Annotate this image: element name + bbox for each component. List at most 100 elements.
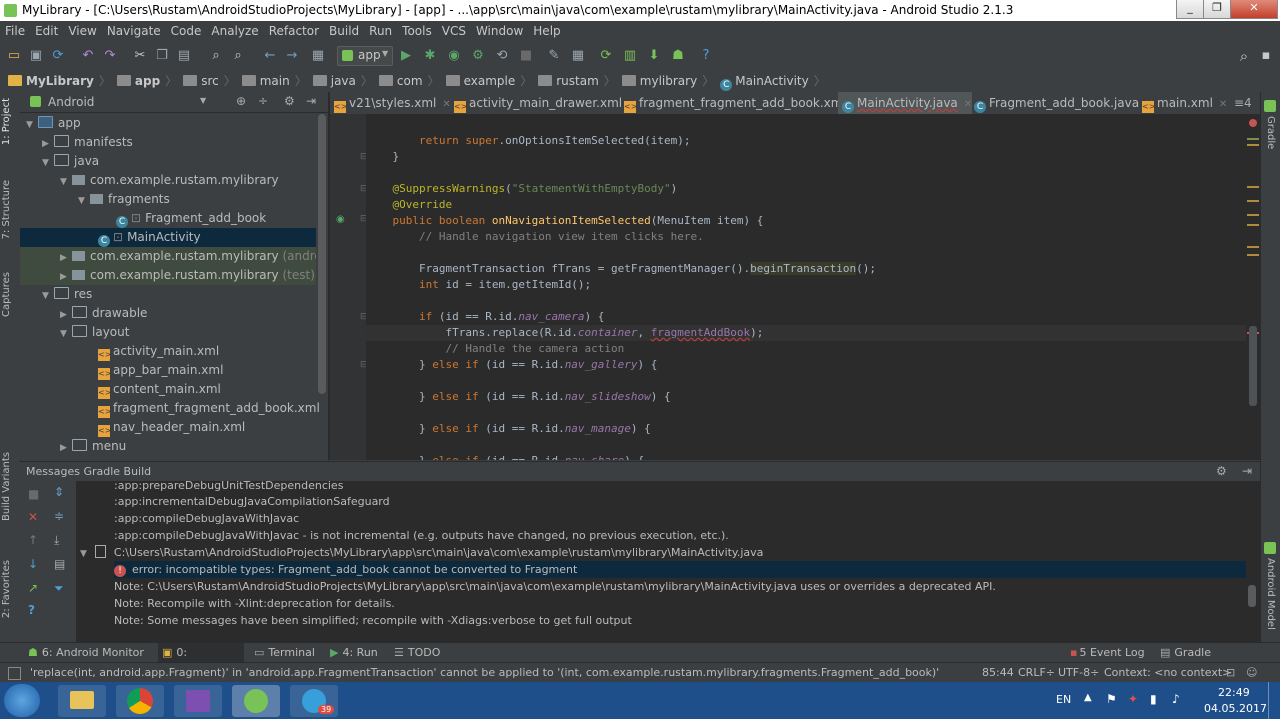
scroll-from-source-icon[interactable]: ⊕ xyxy=(236,94,246,108)
debug-icon[interactable]: ✱ xyxy=(422,48,438,64)
project-structure-icon[interactable]: ▦ xyxy=(570,48,586,64)
android-icon[interactable]: ☗ xyxy=(670,48,686,64)
menu-window[interactable]: Window xyxy=(471,21,528,41)
tab-main-xml[interactable]: <> main.xml ✕ xyxy=(1142,92,1230,114)
tray-signal-icon[interactable]: ▮ xyxy=(1150,692,1157,706)
context-indicator[interactable]: Context: <no context> xyxy=(1104,666,1231,679)
sync-gradle-icon[interactable]: ⟳ xyxy=(598,48,614,64)
breadcrumb-item[interactable]: java 〉 xyxy=(312,70,373,92)
show-desktop-button[interactable] xyxy=(1268,682,1280,719)
tray-arrow-icon[interactable]: ▲ xyxy=(1084,692,1092,703)
avd-manager-icon[interactable]: ✎ xyxy=(546,48,562,64)
tool-tab-favorites[interactable]: 2: Favorites xyxy=(1,560,12,618)
message-line[interactable]: Note: Recompile with -Xlint:deprecation … xyxy=(114,595,395,612)
tool-tab-gradle-console[interactable]: ▤Gradle Console xyxy=(1160,643,1256,679)
tool-tab-android-monitor[interactable]: ☗ 6: Android Monitor xyxy=(28,643,146,663)
project-scrollbar[interactable] xyxy=(318,114,326,394)
breadcrumb-item[interactable]: rustam 〉 xyxy=(538,70,616,92)
collapse-all-icon[interactable]: ≑ xyxy=(54,509,64,523)
error-indicator-icon[interactable] xyxy=(1249,119,1257,127)
tab-fragment-add-book-java[interactable]: CFragment_add_book.java✕ xyxy=(974,92,1154,114)
paste-icon[interactable]: ▤ xyxy=(176,48,192,64)
jump-to-source-icon[interactable]: ↗ xyxy=(28,581,38,595)
tool-tab-terminal[interactable]: ▭ Terminal xyxy=(254,643,324,663)
filter-icon[interactable]: ⏷ xyxy=(54,581,64,596)
tool-tab-messages[interactable]: ▣0: Messages xyxy=(158,643,244,679)
messages-scrollbar[interactable] xyxy=(1248,585,1256,607)
tool-tab-structure[interactable]: 7: Structure xyxy=(1,180,12,239)
tab-activity-main-drawer[interactable]: <>activity_main_drawer.xml✕ xyxy=(454,92,636,114)
menu-file[interactable]: File xyxy=(0,21,30,41)
find-icon[interactable]: ⌕ xyxy=(208,48,224,64)
clock-date[interactable]: 04.05.2017 xyxy=(1204,702,1267,715)
menu-navigate[interactable]: Navigate xyxy=(102,21,166,41)
export-icon[interactable]: ⤓ xyxy=(54,533,59,548)
breadcrumb-item[interactable]: C MainActivity 〉 xyxy=(720,70,826,92)
tray-network-icon[interactable]: ⚑ xyxy=(1106,692,1117,706)
undo-icon[interactable]: ↶ xyxy=(80,48,96,64)
tray-volume-icon[interactable]: ♪ xyxy=(1172,692,1180,706)
message-error-row[interactable]: ! error: incompatible types: Fragment_add… xyxy=(114,561,1246,578)
stop-icon[interactable]: ■ xyxy=(518,48,534,64)
chevron-down-icon[interactable]: ▼ xyxy=(200,96,206,105)
save-icon[interactable]: ▣ xyxy=(28,48,44,64)
help-icon[interactable]: ? xyxy=(698,48,714,64)
hide-icon[interactable]: ⇥ xyxy=(306,94,316,108)
tray-antivirus-icon[interactable]: ✦ xyxy=(1128,692,1138,706)
next-icon[interactable]: ↓ xyxy=(28,557,38,571)
menu-vcs[interactable]: VCS xyxy=(437,21,471,41)
message-file-row[interactable]: ▼ C:\Users\Rustam\AndroidStudioProjects\M… xyxy=(80,544,763,561)
run-icon[interactable]: ▶ xyxy=(398,48,414,64)
message-line[interactable]: :app:compileDebugJavaWithJavac - is not … xyxy=(114,527,729,544)
menu-tools[interactable]: Tools xyxy=(397,21,437,41)
breadcrumb-item[interactable]: example 〉 xyxy=(445,70,532,92)
override-icon[interactable]: ◉ xyxy=(336,214,345,225)
make-project-icon[interactable]: ▦ xyxy=(310,48,326,64)
close-button[interactable]: ✕ xyxy=(1230,0,1278,19)
sync-icon[interactable]: ⟳ xyxy=(50,48,66,64)
stop-icon[interactable]: ■ xyxy=(28,487,39,501)
maximize-button[interactable]: ❐ xyxy=(1203,0,1231,19)
gear-icon[interactable]: ⚙ xyxy=(284,94,295,108)
tool-tab-android-model[interactable]: Android Model xyxy=(1265,558,1276,630)
apply-changes-icon[interactable]: ⟲ xyxy=(494,48,510,64)
replace-icon[interactable]: ⌕ xyxy=(230,48,246,64)
breadcrumb-item[interactable]: src 〉 xyxy=(183,70,236,92)
message-line[interactable]: :app:prepareDebugUnitTestDependencies xyxy=(114,477,343,494)
tool-tab-project[interactable]: 1: Project xyxy=(1,98,12,145)
tree-item-java[interactable]: ▼ java xyxy=(20,152,338,171)
profile-icon[interactable]: ◉ xyxy=(446,48,462,64)
tab-styles-xml[interactable]: <> v21\styles.xml ✕ xyxy=(334,92,452,114)
redo-icon[interactable]: ↷ xyxy=(102,48,118,64)
message-line[interactable]: Note: C:\Users\Rustam\AndroidStudioProje… xyxy=(114,578,996,595)
message-line[interactable]: :app:compileDebugJavaWithJavac xyxy=(114,510,299,527)
tree-item-package-test[interactable]: ▶ com.example.rustam.mylibrary (test) xyxy=(20,266,316,285)
message-line[interactable]: :app:incrementalDebugJavaCompilationSafe… xyxy=(114,493,390,510)
breadcrumb-item[interactable]: main 〉 xyxy=(241,70,307,92)
tree-item-layout[interactable]: ▼ layout xyxy=(20,323,356,342)
tree-item-package[interactable]: ▼ com.example.rustam.mylibrary xyxy=(20,171,356,190)
back-icon[interactable]: ← xyxy=(262,48,278,64)
breadcrumb-item[interactable]: com 〉 xyxy=(378,70,440,92)
tab-fragment-xml[interactable]: <>fragment_fragment_add_book.xml✕ xyxy=(624,92,860,114)
tool-tab-gradle[interactable]: Gradle xyxy=(1265,116,1276,149)
close-icon[interactable]: ✕ xyxy=(442,99,450,110)
tab-mainactivity[interactable]: C MainActivity.java ✕ xyxy=(838,92,972,114)
inspector-icon[interactable]: ☺ xyxy=(1246,666,1257,679)
taskbar-visual-studio[interactable] xyxy=(174,685,222,717)
open-folder-icon[interactable]: ▭ xyxy=(6,48,22,64)
cut-icon[interactable]: ✂ xyxy=(132,48,148,64)
message-line[interactable]: Note: Some messages have been simplified… xyxy=(114,612,632,629)
menu-code[interactable]: Code xyxy=(166,21,207,41)
line-separator[interactable]: CRLF÷ xyxy=(1018,666,1055,679)
menu-help[interactable]: Help xyxy=(528,21,565,41)
start-button[interactable] xyxy=(4,684,40,717)
help-icon[interactable]: ? xyxy=(28,603,35,617)
menu-refactor[interactable]: Refactor xyxy=(264,21,324,41)
minimize-button[interactable]: _ xyxy=(1176,0,1204,19)
menu-build[interactable]: Build xyxy=(324,21,364,41)
forward-icon[interactable]: → xyxy=(284,48,300,64)
tool-tab-run[interactable]: ▶ 4: Run xyxy=(330,643,386,663)
tree-item-mainactivity[interactable]: C ⊡ MainActivity xyxy=(20,228,316,247)
clock-time[interactable]: 22:49 xyxy=(1218,686,1250,699)
